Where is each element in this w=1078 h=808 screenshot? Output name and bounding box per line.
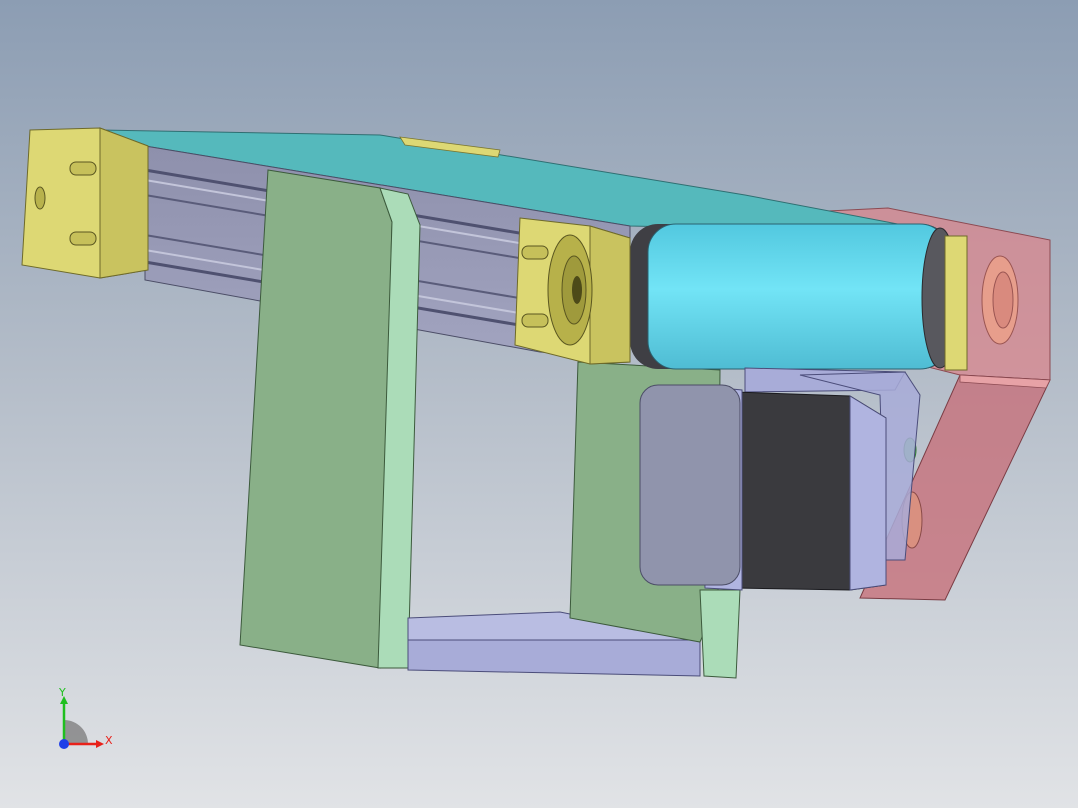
y-axis-label: Y (58, 686, 66, 699)
cad-viewport[interactable]: Y X (0, 0, 1078, 808)
x-axis-arrow-icon (96, 740, 104, 748)
drive-roller[interactable] (630, 223, 968, 371)
z-axis-icon (59, 739, 69, 749)
end-cap-right[interactable] (514, 217, 631, 365)
stepper-motor[interactable] (639, 384, 887, 591)
cad-model[interactable] (0, 0, 1078, 808)
orientation-triad[interactable]: Y X (44, 682, 124, 762)
triad-plane-icon (64, 720, 88, 744)
x-axis-label: X (105, 734, 113, 747)
end-cap-left[interactable] (21, 127, 149, 279)
support-bracket-left[interactable] (239, 169, 421, 669)
